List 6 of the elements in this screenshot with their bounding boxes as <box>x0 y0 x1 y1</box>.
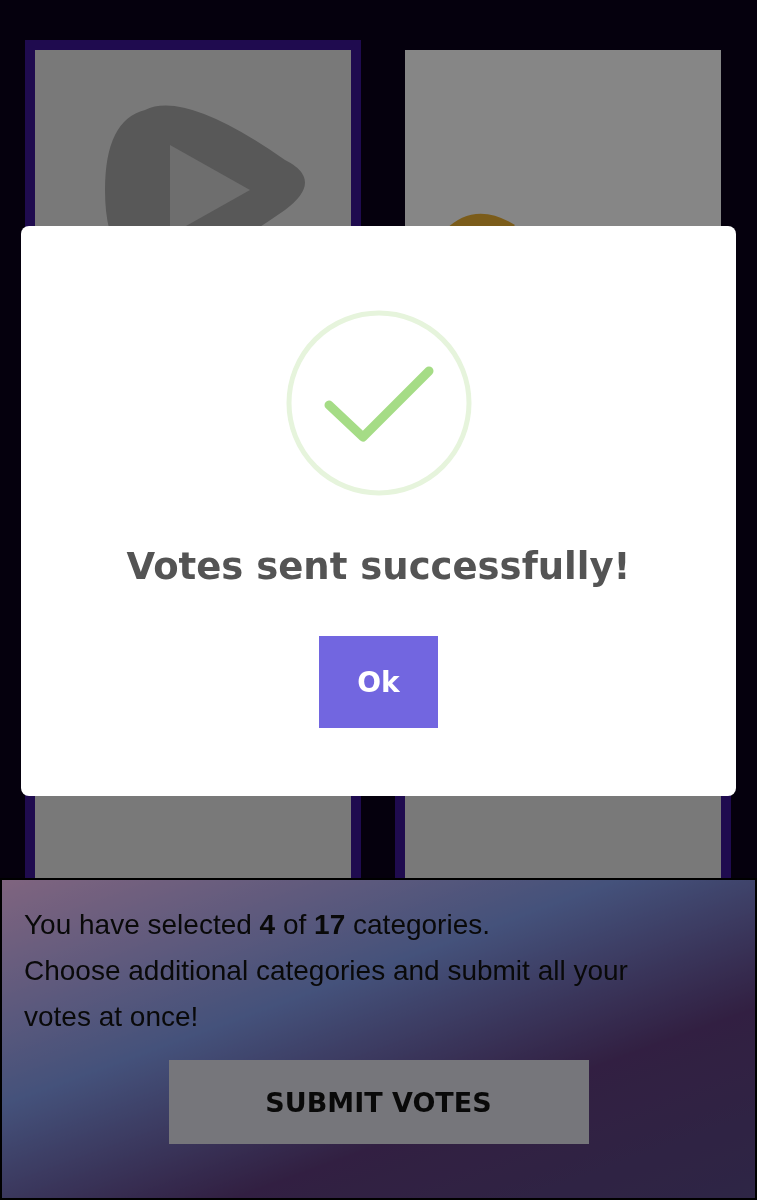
selection-summary: You have selected 4 of 17 categories. <box>24 908 491 942</box>
ok-button[interactable]: Ok <box>319 636 438 728</box>
submit-votes-button[interactable]: SUBMIT VOTES <box>168 1060 589 1144</box>
instruction-text: Choose additional categories and submit all your votes at once! <box>24 954 629 1034</box>
success-check-icon <box>284 309 473 497</box>
success-message: Votes sent successfully! <box>126 545 631 588</box>
